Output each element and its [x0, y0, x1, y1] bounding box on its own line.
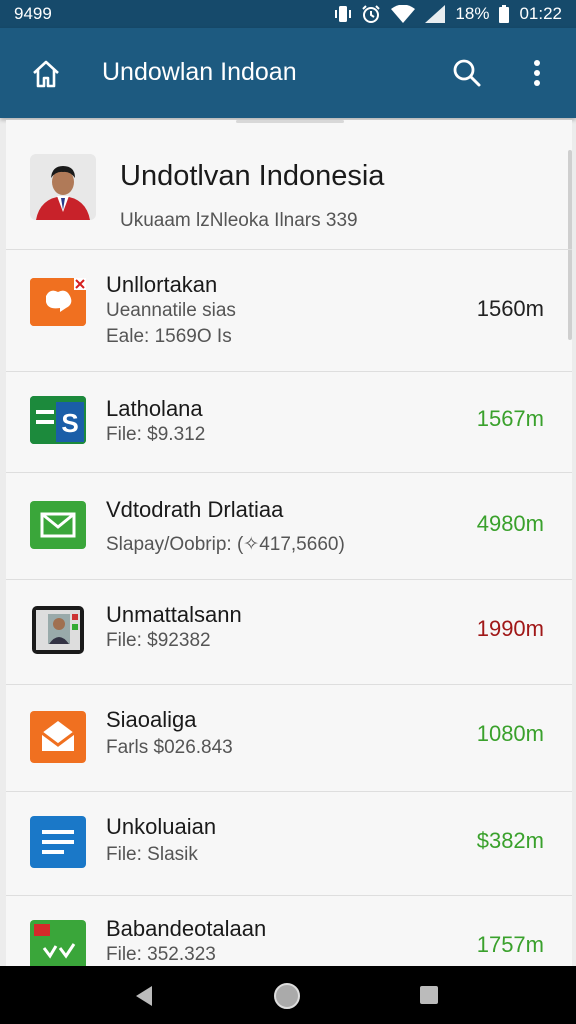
status-left-text: 9499	[14, 4, 52, 23]
search-icon[interactable]	[452, 58, 482, 88]
transaction-list: Unllortakan Ueannatile sias Eale: 1569O …	[6, 250, 572, 966]
recents-icon[interactable]	[419, 985, 439, 1010]
profile-subtitle: Ukuaam lzNleoka Ilnars 339	[120, 210, 358, 231]
item-detail: Eale: 1569O Is	[106, 326, 232, 347]
list-item[interactable]: Unllortakan Ueannatile sias Eale: 1569O …	[6, 250, 572, 372]
item-detail: File: $9.312	[106, 424, 206, 445]
profile-name: Undotlvan Indonesia	[120, 160, 385, 192]
item-amount: $382m	[476, 828, 544, 853]
content-sheet: Undotlvan Indonesia Ukuaam lzNleoka Ilna…	[6, 120, 572, 966]
navigation-bar	[0, 966, 576, 1024]
drag-handle[interactable]	[236, 120, 344, 123]
list-item[interactable]: Babandeotalaan File: 352.323 1757m	[6, 896, 572, 966]
item-title: Unmattalsann	[106, 602, 242, 627]
vibrate-icon	[335, 5, 352, 23]
list-item[interactable]: S Latholana File: $9.312 1567m	[6, 372, 572, 473]
item-title: Unllortakan	[106, 272, 218, 297]
signal-icon	[425, 5, 446, 23]
orange-envelope-icon	[30, 711, 86, 763]
avatar	[30, 154, 96, 220]
item-amount: 1757m	[476, 932, 544, 957]
item-detail: File: Slasik	[106, 844, 198, 865]
home-icon[interactable]	[30, 58, 62, 90]
alarm-icon	[361, 4, 381, 24]
item-title: Babandeotalaan	[106, 916, 267, 941]
app-title: Undowlan Indoan	[102, 58, 297, 86]
back-icon[interactable]	[134, 985, 154, 1012]
item-amount: 1990m	[476, 616, 544, 641]
green-check-icon	[30, 920, 86, 966]
item-detail: Farls $026.843	[106, 737, 233, 758]
item-detail: Slapay/Oobrip: (✧417,5660)	[106, 534, 345, 555]
green-mail-icon	[30, 501, 86, 549]
battery-text: 18%	[455, 4, 490, 23]
item-amount: 1560m	[476, 296, 544, 321]
item-title: Vdtodrath Drlatiaa	[106, 497, 284, 522]
list-item[interactable]: Siaoaliga Farls $026.843 1080m	[6, 685, 572, 792]
item-title: Siaoaliga	[106, 707, 197, 732]
item-detail: File: 352.323	[106, 944, 216, 965]
blue-doc-icon	[30, 816, 86, 868]
item-amount: 4980m	[476, 511, 544, 536]
home-circle-icon[interactable]	[273, 982, 301, 1015]
list-item[interactable]: Unkoluaian File: Slasik $382m	[6, 792, 572, 896]
svg-text:S: S	[61, 408, 78, 438]
item-title: Latholana	[106, 396, 203, 421]
item-detail: File: $92382	[106, 630, 211, 651]
list-item[interactable]: Vdtodrath Drlatiaa Slapay/Oobrip: (✧417,…	[6, 473, 572, 580]
status-time: 01:22	[519, 4, 562, 23]
more-vert-icon[interactable]	[528, 58, 546, 88]
list-item[interactable]: Unmattalsann File: $92382 1990m	[6, 580, 572, 685]
wifi-icon	[391, 5, 416, 23]
profile-header[interactable]: Undotlvan Indonesia Ukuaam lzNleoka Ilna…	[6, 130, 572, 250]
item-amount: 1567m	[476, 406, 544, 431]
item-amount: 1080m	[476, 721, 544, 746]
status-bar: 9499 18% 01:22	[0, 0, 576, 28]
battery-icon	[499, 5, 510, 23]
item-subtitle: Ueannatile sias	[106, 300, 236, 321]
app-bar: Undowlan Indoan	[0, 28, 576, 118]
sheets-icon: S	[30, 396, 86, 444]
tablet-photo-icon	[30, 604, 86, 654]
item-title: Unkoluaian	[106, 814, 217, 839]
orange-chat-icon	[30, 278, 86, 326]
